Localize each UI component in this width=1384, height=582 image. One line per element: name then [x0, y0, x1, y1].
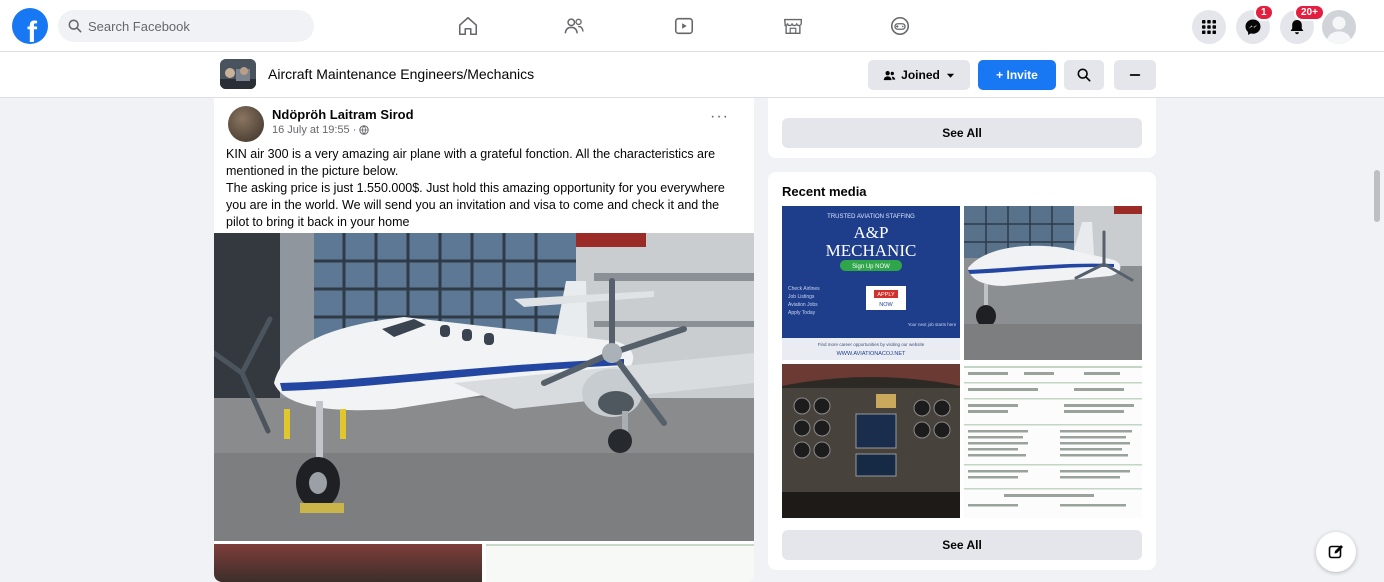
- poster-image: TRUSTED AVIATION STAFFING A&P MECHANIC S…: [782, 206, 960, 360]
- cockpit-image: [782, 364, 960, 518]
- recent-media-card: Recent media TRUSTED AVIATION STAFFING A…: [768, 172, 1156, 570]
- airplane-photo-image: [214, 233, 754, 541]
- search-input[interactable]: [88, 18, 288, 34]
- caret-down-icon: [946, 73, 954, 78]
- group-thumbnail[interactable]: [220, 59, 256, 89]
- invite-button[interactable]: + Invite: [978, 60, 1056, 90]
- cockpit-photo-thumbnail[interactable]: [214, 544, 482, 582]
- search-box[interactable]: [58, 10, 314, 42]
- search-icon: [1077, 68, 1091, 82]
- poster-list-item-1: Check Airlines: [788, 286, 820, 292]
- gaming-icon[interactable]: [886, 12, 914, 40]
- post-photo-strip: [214, 544, 754, 582]
- new-message-button[interactable]: [1316, 532, 1356, 572]
- poster-mid-box-line-2: NOW: [879, 302, 893, 308]
- post-author-name[interactable]: Ndöpröh Laitram Sirod: [272, 107, 414, 122]
- user-silhouette-icon: [1326, 16, 1352, 44]
- members-icon: [883, 70, 896, 80]
- poster-footer-note: Find more career opportunities by visiti…: [818, 342, 925, 347]
- post-author-avatar[interactable]: [228, 106, 264, 142]
- group-post: Ndöpröh Laitram Sirod 16 July at 19:55 ·…: [214, 98, 754, 582]
- post-photo-airplane[interactable]: [214, 233, 754, 541]
- group-photo-image: [220, 59, 256, 89]
- spec-sheet-image: [964, 364, 1142, 518]
- group-search-button[interactable]: [1064, 60, 1104, 90]
- page-scrollbar[interactable]: [1370, 98, 1384, 582]
- poster-mid-box-line-1: APPLY: [877, 292, 895, 298]
- group-more-button[interactable]: [1114, 60, 1156, 90]
- scrollbar-thumb[interactable]: [1374, 170, 1380, 222]
- menu-grid-button[interactable]: [1192, 10, 1226, 44]
- group-header: Aircraft Maintenance Engineers/Mechanics…: [0, 52, 1384, 98]
- media-poster-ap-mechanic[interactable]: TRUSTED AVIATION STAFFING A&P MECHANIC S…: [782, 206, 960, 360]
- profile-avatar[interactable]: [1322, 10, 1356, 44]
- joined-label: Joined: [901, 68, 940, 82]
- post-body: KIN air 300 is a very amazing air plane …: [226, 146, 744, 231]
- see-all-button-1[interactable]: See All: [782, 118, 1142, 148]
- group-name[interactable]: Aircraft Maintenance Engineers/Mechanics: [268, 66, 534, 82]
- grid-menu-icon: [1202, 20, 1216, 34]
- post-timestamp[interactable]: 16 July at 19:55 ·: [272, 124, 370, 136]
- recent-media-grid: TRUSTED AVIATION STAFFING A&P MECHANIC S…: [782, 206, 1142, 518]
- joined-button[interactable]: Joined: [868, 60, 970, 90]
- poster-list-item-2: Job Listings: [788, 294, 815, 300]
- notifications-button[interactable]: 20+: [1280, 4, 1325, 44]
- post-options-button[interactable]: ···: [710, 108, 729, 126]
- poster-brand: TRUSTED AVIATION STAFFING: [827, 214, 915, 220]
- poster-headline-1: A&P: [854, 223, 889, 242]
- post-text-paragraph-1: KIN air 300 is a very amazing air plane …: [226, 147, 716, 178]
- more-horizontal-icon: [1129, 74, 1141, 76]
- airplane-thumbnail-image: [964, 206, 1142, 360]
- facebook-logo-letter: f: [27, 16, 37, 45]
- search-icon: [68, 19, 82, 33]
- media-cockpit-panel[interactable]: [782, 364, 960, 518]
- watch-icon[interactable]: [670, 12, 698, 40]
- media-spec-sheet[interactable]: [964, 364, 1142, 518]
- notifications-badge: 20+: [1294, 4, 1325, 21]
- poster-right-note: Your next job starts here: [908, 322, 957, 327]
- post-timestamp-text: 16 July at 19:55 ·: [272, 124, 357, 136]
- post-text-paragraph-2: The asking price is just 1.550.000$. Jus…: [226, 181, 725, 229]
- globe-icon: [359, 125, 370, 135]
- top-navigation-bar: f 1 20+: [0, 0, 1384, 52]
- marketplace-icon[interactable]: [779, 12, 807, 40]
- invite-label: + Invite: [996, 68, 1038, 82]
- poster-list-item-3: Aviation Jobs: [788, 302, 818, 308]
- spec-sheet-photo-thumbnail[interactable]: [486, 544, 754, 582]
- media-airplane-thumbnail[interactable]: [964, 206, 1142, 360]
- compose-icon: [1328, 545, 1343, 559]
- messenger-badge: 1: [1254, 4, 1274, 21]
- recent-media-title: Recent media: [782, 184, 867, 199]
- facebook-logo[interactable]: f: [12, 8, 48, 44]
- poster-pill-text: Sign Up NOW: [852, 264, 890, 270]
- home-icon[interactable]: [454, 12, 482, 40]
- poster-list-item-4: Apply Today: [788, 310, 816, 316]
- about-card: See All: [768, 98, 1156, 158]
- see-all-button-2[interactable]: See All: [782, 530, 1142, 560]
- messenger-button[interactable]: 1: [1236, 4, 1274, 44]
- poster-url: WWW.AVIATIONACOJ.NET: [837, 351, 906, 357]
- poster-headline-2: MECHANIC: [826, 241, 917, 260]
- friends-icon[interactable]: [560, 12, 588, 40]
